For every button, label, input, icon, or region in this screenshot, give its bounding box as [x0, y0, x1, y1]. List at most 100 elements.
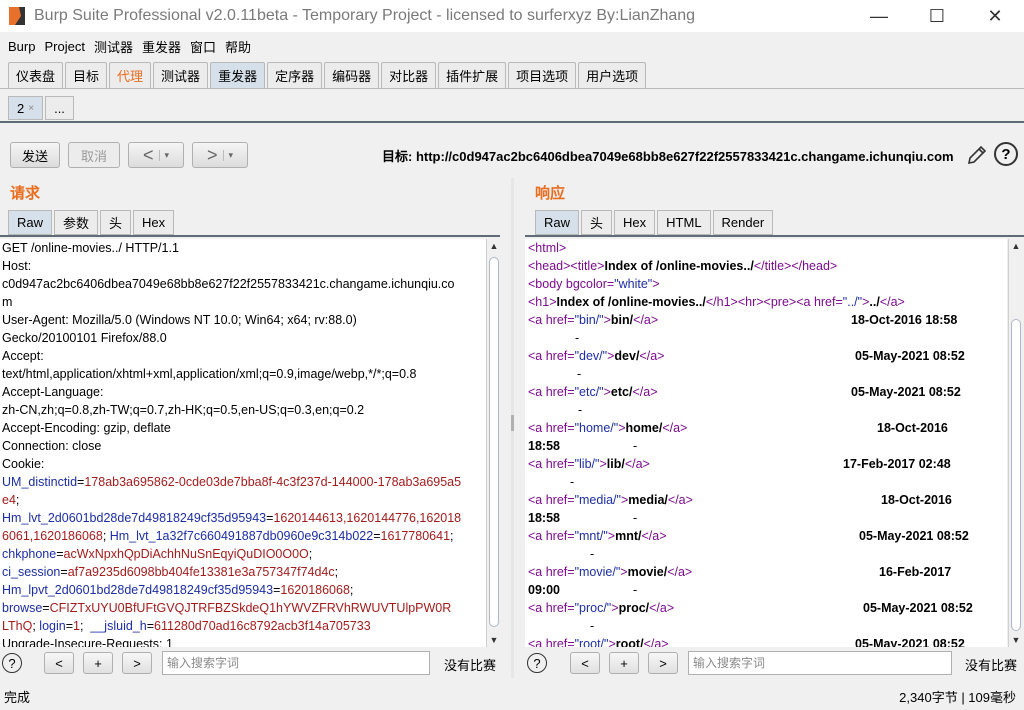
response-scrollbar[interactable]: ▲ ▼ [1008, 239, 1022, 647]
entry-name[interactable]: home/ [626, 421, 663, 435]
tab-repeater[interactable]: 重发器 [210, 62, 266, 88]
main-tabs: 仪表盘 目标 代理 测试器 重发器 定序器 编码器 对比器 插件扩展 项目选项 … [8, 62, 648, 88]
tab-dashboard[interactable]: 仪表盘 [8, 62, 64, 88]
entry-date: 05-May-2021 08:52 [855, 349, 965, 363]
tab-target[interactable]: 目标 [65, 62, 108, 88]
forward-button[interactable]: > ▾ [192, 142, 248, 168]
request-panel-title: 请求 [10, 185, 41, 202]
cookie-key: Hm_lvt_1a32f7c660491887db0960e9c314b022 [109, 529, 374, 543]
entry-name[interactable]: bin/ [611, 313, 633, 327]
response-panel-title: 响应 [535, 185, 566, 202]
target-label: 目标: [382, 149, 416, 164]
scroll-thumb[interactable] [489, 257, 499, 627]
cookie-value: 611280d70ad16c8792acb3f14a705733 [154, 619, 371, 633]
response-tab-render[interactable]: Render [712, 210, 774, 235]
cookie-value: LThQ [2, 619, 33, 633]
close-button[interactable]: ✕ [966, 0, 1024, 32]
search-add-button[interactable]: + [83, 652, 113, 674]
entry-name[interactable]: proc/ [619, 601, 650, 615]
cookie-value: 1 [73, 619, 80, 633]
request-tab-raw[interactable]: Raw [8, 210, 53, 235]
request-tab-headers[interactable]: 头 [100, 210, 132, 235]
subtab-divider [0, 121, 1024, 123]
status-bar: 完成 2,340字节 | 109毫秒 [0, 684, 1024, 706]
repeater-tab-2[interactable]: 2 × [8, 96, 44, 120]
minimize-button[interactable]: — [850, 0, 908, 32]
response-tab-headers[interactable]: 头 [581, 210, 613, 235]
help-icon[interactable]: ? [994, 142, 1018, 166]
directory-row-cont: - [525, 545, 1007, 563]
menu-help[interactable]: 帮助 [225, 37, 251, 56]
cancel-button[interactable]: 取消 [68, 142, 120, 168]
maximize-button[interactable]: ☐ [908, 0, 966, 32]
tab-sequencer[interactable]: 定序器 [267, 62, 323, 88]
search-next-button[interactable]: > [648, 652, 678, 674]
cookie-line: chkphone=acWxNpxhQpDiAchhNuSnEqyiQuDIO0O… [2, 547, 313, 561]
tab-decoder[interactable]: 编码器 [324, 62, 380, 88]
tab-intruder[interactable]: 测试器 [153, 62, 209, 88]
request-search-input[interactable] [162, 651, 430, 675]
entry-name[interactable]: root/ [616, 637, 644, 647]
search-next-button[interactable]: > [122, 652, 152, 674]
entry-size: - [633, 583, 638, 597]
request-tab-params[interactable]: 参数 [54, 210, 99, 235]
entry-date: 05-May-2021 08:52 [863, 601, 973, 615]
cookie-key: UM_distinctid [2, 475, 78, 489]
menu-window[interactable]: 窗口 [190, 37, 216, 56]
search-prev-button[interactable]: < [44, 652, 74, 674]
search-prev-button[interactable]: < [570, 652, 600, 674]
entry-name[interactable]: movie/ [628, 565, 668, 579]
tab-user-options[interactable]: 用户选项 [578, 62, 647, 88]
entry-name[interactable]: dev/ [614, 349, 639, 363]
forward-dropdown-icon[interactable]: ▾ [223, 149, 233, 161]
back-dropdown-icon[interactable]: ▾ [159, 149, 169, 161]
entry-name[interactable]: etc/ [611, 385, 633, 399]
menu-intruder[interactable]: 测试器 [94, 37, 133, 56]
tab-comparer[interactable]: 对比器 [381, 62, 437, 88]
menu-project[interactable]: Project [44, 39, 84, 54]
search-add-button[interactable]: + [609, 652, 639, 674]
request-tab-hex[interactable]: Hex [133, 210, 175, 235]
search-help-icon[interactable]: ? [2, 653, 22, 673]
back-button[interactable]: < ▾ [128, 142, 184, 168]
entry-size: - [633, 439, 638, 453]
response-editor[interactable]: <html> <head><title>Index of /online-mov… [525, 239, 1007, 647]
response-tab-html[interactable]: HTML [657, 210, 711, 235]
entry-name[interactable]: lib/ [607, 457, 625, 471]
entry-name[interactable]: media/ [628, 493, 668, 507]
scroll-down-icon[interactable]: ▼ [1009, 633, 1023, 647]
scroll-down-icon[interactable]: ▼ [487, 633, 501, 647]
entry-date: 18-Oct-2016 [881, 493, 952, 507]
send-button[interactable]: 发送 [10, 142, 60, 168]
tab-extender[interactable]: 插件扩展 [438, 62, 507, 88]
scroll-up-icon[interactable]: ▲ [1009, 239, 1023, 253]
response-tab-raw[interactable]: Raw [535, 210, 580, 235]
menu-burp[interactable]: Burp [8, 39, 35, 54]
href-value: "mnt/" [574, 529, 608, 543]
cookie-line: e4; [2, 493, 20, 507]
splitter-handle[interactable] [511, 415, 514, 431]
tab-proxy[interactable]: 代理 [109, 62, 152, 88]
status-text: 完成 [4, 690, 31, 705]
response-tab-hex[interactable]: Hex [614, 210, 656, 235]
tab-project-options[interactable]: 项目选项 [508, 62, 577, 88]
href-value: "root/" [574, 637, 609, 647]
request-line: User-Agent: Mozilla/5.0 (Windows NT 10.0… [2, 313, 357, 327]
entry-size: - [577, 367, 582, 381]
entry-name[interactable]: mnt/ [615, 529, 641, 543]
menu-repeater[interactable]: 重发器 [142, 37, 181, 56]
cookie-value: 1620186068 [280, 583, 350, 597]
href-value: "media/" [574, 493, 621, 507]
cookie-line: Hm_lvt_2d0601bd28de7d49818249cf35d95943=… [2, 511, 462, 525]
edit-target-pencil-icon[interactable] [966, 144, 988, 166]
new-tab-button[interactable]: ... [45, 96, 74, 120]
request-editor[interactable]: GET /online-movies../ HTTP/1.1 Host: c0d… [0, 239, 486, 647]
forward-arrow-icon: > [206, 144, 218, 165]
search-help-icon[interactable]: ? [527, 653, 547, 673]
response-search-input[interactable] [688, 651, 952, 675]
scroll-thumb[interactable] [1011, 319, 1021, 631]
scroll-up-icon[interactable]: ▲ [487, 239, 501, 253]
request-scrollbar[interactable]: ▲ ▼ [486, 239, 500, 647]
close-tab-icon[interactable]: × [28, 103, 34, 114]
request-match-count: 没有比赛 [444, 658, 497, 673]
